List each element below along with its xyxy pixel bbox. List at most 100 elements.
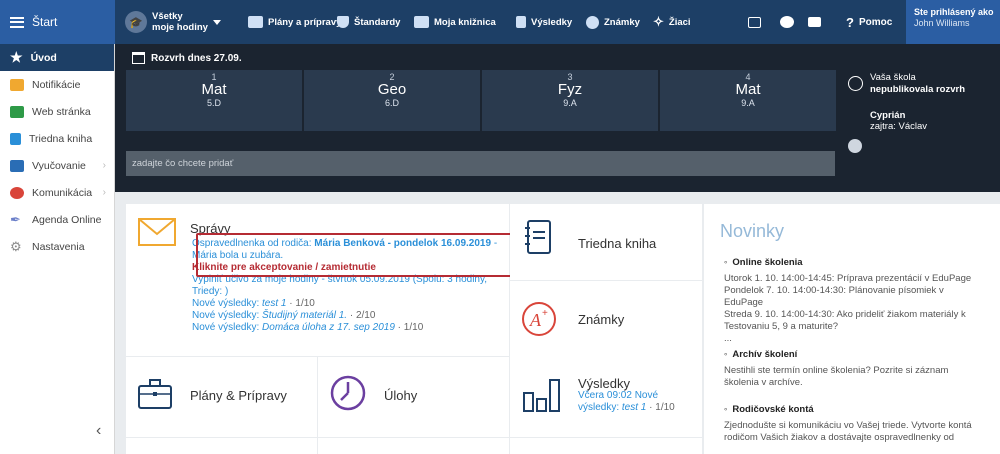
result-link[interactable]: Nové výsledky: Študijný materiál 1. · 2/…: [192, 310, 510, 322]
sidebar-item-komunikacia[interactable]: Komunikácia ›: [0, 179, 114, 206]
sidebar-item-agenda-online[interactable]: ✒ Agenda Online: [0, 206, 114, 233]
tile-partial: [126, 438, 317, 454]
nav-plans[interactable]: Plány a prípravy: [248, 0, 341, 44]
lesson-card[interactable]: 4 Mat 9.A: [660, 70, 836, 131]
result-prefix: Nové výsledky:: [192, 322, 263, 333]
envelope-icon: [10, 78, 24, 91]
result-item: Domáca úloha z 17. sep 2019: [262, 322, 395, 333]
pen-icon: ✒: [10, 211, 21, 227]
result-score: · 1/10: [286, 298, 315, 309]
plans-icon: [248, 16, 263, 28]
result-prefix: Nové výsledky:: [192, 310, 263, 321]
lesson-subject: Fyz: [557, 81, 583, 98]
result-score: · 1/10: [394, 322, 424, 333]
sidebar-item-label: Agenda Online: [32, 213, 102, 226]
svg-text:+: +: [542, 308, 548, 319]
lesson-card[interactable]: 1 Mat 5.D: [126, 70, 302, 131]
news-item[interactable]: Archív školení Nestihli ste termín onlin…: [724, 349, 984, 389]
tile-ulohy[interactable]: Úlohy: [318, 357, 509, 437]
nav-plans-label: Plány a prípravy: [268, 16, 342, 28]
tile-title: Triedna kniha: [578, 236, 657, 251]
result-link[interactable]: Nové výsledky: Domáca úloha z 17. sep 20…: [192, 322, 510, 334]
news-item-title: Rodičovské kontá: [724, 404, 984, 416]
school-info-line2: nepublikovala rozvrh: [870, 84, 966, 95]
lesson-card[interactable]: 2 Geo 6.D: [304, 70, 480, 131]
sidebar-item-label: Vyučovanie: [32, 159, 86, 172]
nav-grades[interactable]: Známky: [586, 0, 640, 44]
screen-icon: [748, 16, 761, 28]
sidebar-item-label: Triedna kniha: [29, 132, 93, 145]
sidebar-item-label: Nastavenia: [32, 240, 85, 253]
news-item-text: Nestihli ste termín online školenia? Poz…: [724, 365, 949, 388]
sidebar-item-uvod[interactable]: ★ Úvod: [0, 44, 114, 71]
shield-icon: [337, 16, 349, 28]
book-icon: [10, 132, 21, 145]
start-label: Štart: [32, 15, 58, 29]
lesson-class: 9.A: [563, 98, 577, 108]
lesson-class: 6.D: [384, 98, 399, 108]
tile-title: Plány & Prípravy: [190, 388, 287, 403]
sidebar-item-nastavenia[interactable]: ⚙ Nastavenia: [0, 233, 114, 260]
class-selector-line1: Všetky: [152, 11, 183, 22]
nav-standards-label: Štandardy: [354, 16, 401, 28]
substitute-info[interactable]: Cyprián zajtra: Václav: [870, 110, 927, 132]
nav-results-label: Výsledky: [531, 16, 573, 28]
news-title: Novinky: [720, 221, 785, 241]
tile-title: Známky: [578, 312, 625, 327]
schedule-header: Rozvrh dnes 27.09.: [132, 52, 242, 64]
sidebar-item-web-stranka[interactable]: Web stránka: [0, 98, 114, 125]
results-prefix: výsledky:: [578, 402, 622, 413]
substitute-detail: zajtra: Václav: [870, 121, 928, 132]
lesson-card[interactable]: 3 Fyz 9.A: [482, 70, 658, 131]
tile-plany[interactable]: Plány & Prípravy: [126, 357, 317, 437]
messages-button[interactable]: [808, 0, 821, 44]
chat-button[interactable]: [780, 0, 794, 44]
hamburger-icon: [10, 16, 24, 28]
sidebar-item-triedna-kniha[interactable]: Triedna kniha: [0, 125, 114, 152]
nav-standards[interactable]: Štandardy: [337, 0, 400, 44]
bar-chart-icon: [523, 379, 560, 412]
sidebar-item-vyucovanie[interactable]: Vyučovanie ›: [0, 152, 114, 179]
results-link[interactable]: výsledky: test 1 · 1/10: [578, 402, 702, 414]
top-bar: Štart 🎓 Všetky moje hodiny Plány a prípr…: [0, 0, 1000, 44]
library-icon: [414, 16, 429, 28]
lesson-subject: Mat: [201, 81, 227, 98]
result-score: · 2/10: [347, 310, 376, 321]
user-menu[interactable]: Ste prihlásený ako John Williams: [906, 0, 1000, 44]
graduation-cap-icon: 🎓: [125, 11, 147, 33]
person-icon: [848, 139, 862, 153]
class-selector[interactable]: 🎓 Všetky moje hodiny: [125, 0, 221, 44]
news-item[interactable]: Rodičovské kontá Zjednodušte si komuniká…: [724, 404, 984, 444]
news-item[interactable]: Online školenia Utorok 1. 10. 14:00-14:4…: [724, 257, 984, 345]
screen-share-button[interactable]: [748, 0, 761, 44]
help-button[interactable]: ? Pomoc: [846, 0, 892, 44]
lesson-class: 5.D: [206, 98, 221, 108]
school-info: Vaša škola nepublikovala rozvrh: [870, 72, 965, 96]
nav-results[interactable]: Výsledky: [516, 0, 572, 44]
svg-text:A: A: [529, 310, 542, 330]
home-icon: [10, 105, 24, 118]
news-item-text: Streda 9. 10. 14:00-14:30: Ako prideliť …: [724, 309, 966, 332]
help-label: Pomoc: [858, 16, 893, 28]
sidebar-item-label: Úvod: [30, 51, 57, 64]
start-button[interactable]: Štart: [0, 0, 115, 44]
star-icon: ★: [10, 49, 23, 65]
nav-students[interactable]: ✧ Žiaci: [653, 0, 691, 44]
tile-znamky[interactable]: A + Známky: [510, 281, 702, 357]
result-link[interactable]: Nové výsledky: test 1 · 1/10: [192, 298, 510, 310]
tile-triedna-kniha[interactable]: Triedna kniha: [510, 204, 702, 280]
grade-a-plus-icon: A +: [522, 302, 556, 336]
tile-spravy[interactable]: Správy Ospravedlnenka od rodiča: Mária B…: [126, 204, 517, 356]
user-name: John Williams: [914, 18, 970, 28]
collapse-sidebar-icon[interactable]: ‹: [96, 422, 101, 440]
add-item-input[interactable]: [126, 151, 835, 176]
results-item: test 1: [621, 402, 647, 413]
grades-icon: [586, 15, 599, 29]
tile-vysledky[interactable]: Výsledky Včera 09:02 Nové výsledky: test…: [510, 357, 702, 437]
gear-icon: ⚙: [10, 238, 22, 254]
sidebar-item-notifikacie[interactable]: Notifikácie: [0, 71, 114, 98]
curriculum-link[interactable]: Vyplniť učivo za moje hodiny - štvrtok 0…: [192, 274, 510, 298]
news-item-text: Pondelok 7. 10. 14:00-14:30: Plánovanie …: [724, 285, 944, 308]
chevron-right-icon: ›: [102, 160, 106, 171]
nav-library[interactable]: Moja knižnica: [414, 0, 496, 44]
